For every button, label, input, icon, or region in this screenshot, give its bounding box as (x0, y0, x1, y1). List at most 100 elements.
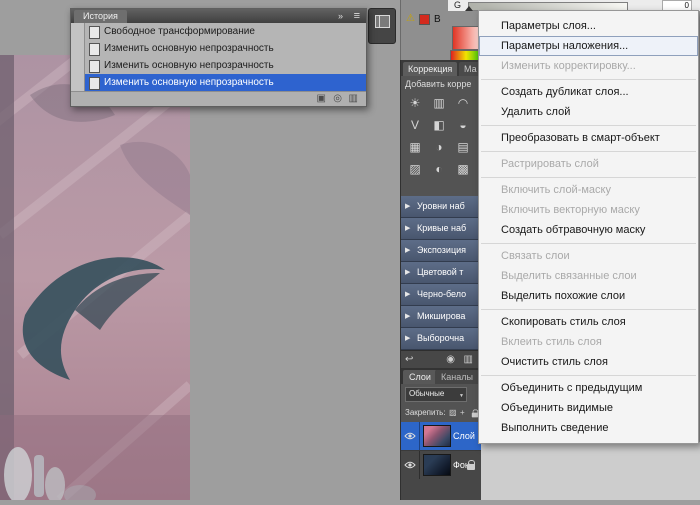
disclosure-arrow-icon[interactable]: ▶ (405, 284, 410, 305)
selective-color-icon[interactable]: ▩ (451, 158, 475, 180)
blue-channel-label: B (434, 14, 441, 25)
menu-item-clear-layer-style[interactable]: Очистить стиль слоя (479, 352, 698, 372)
lock-transparency-icon[interactable]: ▨ (449, 404, 457, 422)
web-safe-color-chip[interactable] (419, 14, 430, 25)
preset-selective-color[interactable]: ▶ Выборочна (401, 328, 481, 350)
green-slider-handle-icon[interactable] (465, 6, 473, 11)
panel-menu-icon[interactable]: ≡ (354, 9, 360, 23)
menu-separator (479, 174, 698, 180)
history-state-row-selected[interactable]: Изменить основную непрозрачность (71, 74, 366, 92)
toggle-visibility-icon[interactable]: ◉ (446, 351, 455, 369)
disclosure-arrow-icon[interactable]: ▶ (405, 196, 410, 217)
vibrance-icon[interactable]: V (403, 114, 427, 136)
history-state-label: Свободное трансформирование (104, 23, 255, 40)
layer-row-background[interactable]: Фон (401, 450, 481, 479)
return-arrow-icon[interactable]: ↩ (405, 351, 413, 369)
menu-item-blending-options[interactable]: Параметры наложения... (479, 36, 698, 56)
blend-mode-value: Обычные (409, 389, 444, 398)
photo-filter-icon[interactable]: ◑ (427, 136, 451, 158)
preset-channel-mixer[interactable]: ▶Микширова (401, 306, 481, 328)
layer-thumbnail[interactable] (423, 425, 451, 447)
hue-saturation-icon[interactable]: ◧ (427, 114, 451, 136)
menu-item-copy-layer-style[interactable]: Скопировать стиль слоя (479, 312, 698, 332)
brightness-contrast-icon[interactable]: ☀ (403, 92, 427, 114)
menu-item-convert-to-smart-object[interactable]: Преобразовать в смарт-объект (479, 128, 698, 148)
preset-label: Кривые наб (417, 223, 466, 233)
menu-separator (479, 122, 698, 128)
menu-item-select-similar-layers[interactable]: Выделить похожие слои (479, 286, 698, 306)
menu-separator (479, 148, 698, 154)
adjustments-tab-strip: Коррекция Ма (401, 60, 481, 76)
layer-visibility-toggle[interactable] (401, 451, 420, 479)
disclosure-arrow-icon[interactable]: ▶ (405, 240, 410, 261)
history-brush-checkbox[interactable] (71, 23, 85, 40)
menu-item-duplicate-layer[interactable]: Создать дубликат слоя... (479, 82, 698, 102)
tab-layers[interactable]: Слои (403, 370, 437, 384)
blend-mode-select[interactable]: Обычные ▼ (405, 387, 467, 402)
menu-item-create-clipping-mask[interactable]: Создать обтравочную маску (479, 220, 698, 240)
channel-mixer-icon[interactable]: ▤ (451, 136, 475, 158)
tab-adjustments[interactable]: Коррекция (403, 62, 457, 76)
menu-item-flatten-image[interactable]: Выполнить сведение (479, 418, 698, 438)
black-white-icon[interactable]: ▦ (403, 136, 427, 158)
panel-thumbnail-icon (375, 15, 390, 28)
adjustments-header: Добавить корре (405, 79, 479, 89)
collapse-panel-icon[interactable]: » (338, 10, 342, 23)
preset-curves[interactable]: ▶ Кривые наб (401, 218, 481, 240)
history-state-icon (89, 77, 100, 90)
layer-thumbnail[interactable] (423, 454, 451, 476)
menu-item-select-linked-layers: Выделить связанные слои (479, 266, 698, 286)
disclosure-arrow-icon[interactable]: ▶ (405, 218, 410, 239)
new-snapshot-icon[interactable]: ◎ (333, 92, 342, 106)
workspace-background (480, 442, 700, 500)
tab-channels[interactable]: Каналы (435, 370, 479, 384)
menu-item-delete-layer[interactable]: Удалить слой (479, 102, 698, 122)
history-tab[interactable]: История (74, 10, 127, 23)
lock-label: Закрепить: (405, 404, 446, 422)
history-state-row[interactable]: Изменить основную непрозрачность (71, 57, 366, 75)
posterize-icon[interactable]: ◐ (427, 158, 451, 180)
levels-icon[interactable]: ▥ (427, 92, 451, 114)
history-state-row[interactable]: Изменить основную непрозрачность (71, 40, 366, 58)
disclosure-arrow-icon[interactable]: ▶ (405, 306, 410, 327)
document-canvas[interactable] (0, 55, 190, 500)
menu-item-layer-properties[interactable]: Параметры слоя... (479, 16, 698, 36)
adjustment-icon-grid: ☀▥◠ V◧◒ ▦◑▤ ▨◐▩ (403, 92, 479, 180)
delete-adjustment-icon[interactable]: ▥ (464, 351, 473, 369)
menu-separator (479, 76, 698, 82)
history-state-label: Изменить основную непрозрачность (104, 40, 274, 57)
invert-icon[interactable]: ▨ (403, 158, 427, 180)
history-state-row[interactable]: Свободное трансформирование (71, 23, 366, 41)
menu-item-merge-visible[interactable]: Объединить видимые (479, 398, 698, 418)
preset-black-white[interactable]: ▶Черно-бело (401, 284, 481, 306)
menu-item-enable-layer-mask: Включить слой-маску (479, 180, 698, 200)
layer-row-layer1[interactable]: Слой 1 (401, 422, 481, 450)
adjustment-presets-list: ▶Уровни наб ▶ Кривые наб ▶Экспозиция ▶Цве… (401, 196, 481, 350)
history-brush-checkbox[interactable] (71, 57, 85, 74)
history-brush-checkbox[interactable] (71, 40, 85, 57)
preset-levels[interactable]: ▶Уровни наб (401, 196, 481, 218)
layer-visibility-toggle[interactable] (401, 422, 420, 450)
menu-separator (479, 240, 698, 246)
preset-hue[interactable]: ▶Цветовой т (401, 262, 481, 284)
background-lock-icon (467, 464, 475, 470)
lock-position-icon[interactable]: + (460, 404, 465, 422)
menu-separator (479, 372, 698, 378)
preset-exposure[interactable]: ▶Экспозиция (401, 240, 481, 262)
collapse-dock-button[interactable] (368, 8, 396, 44)
color-balance-icon[interactable]: ◒ (451, 114, 475, 136)
menu-item-merge-down[interactable]: Объединить с предыдущим (479, 378, 698, 398)
foreground-color-swatch[interactable] (452, 26, 480, 50)
new-document-from-state-icon[interactable]: ▣ (317, 92, 326, 106)
curves-icon[interactable]: ◠ (451, 92, 475, 114)
disclosure-arrow-icon[interactable]: ▶ (405, 262, 410, 283)
color-slider-blue-row: ⚠ B (406, 12, 478, 26)
history-state-icon (89, 26, 100, 39)
chevron-down-icon: ▼ (459, 391, 464, 402)
layers-tab-strip: Слои Каналы (401, 368, 481, 384)
delete-state-icon[interactable]: ▥ (349, 92, 358, 106)
disclosure-arrow-icon[interactable]: ▶ (405, 328, 410, 349)
preset-label: Выборочна (417, 333, 464, 343)
history-brush-checkbox[interactable] (71, 74, 85, 91)
gamut-warning-icon[interactable]: ⚠ (406, 13, 415, 25)
